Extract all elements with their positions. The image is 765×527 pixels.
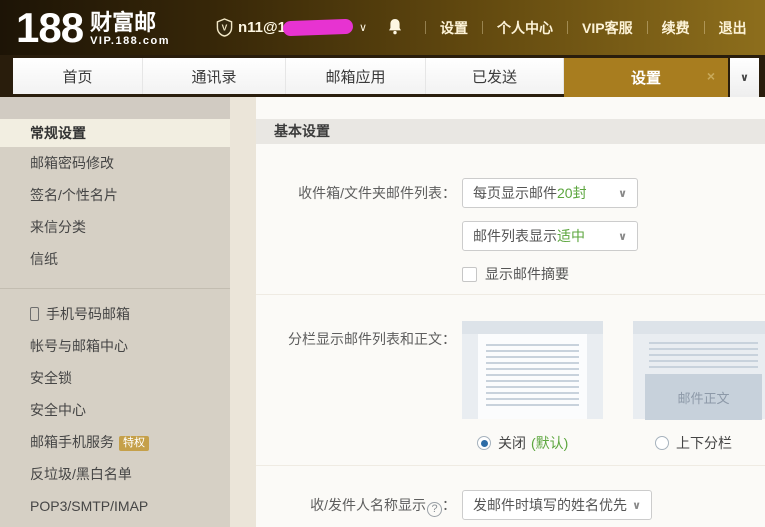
topbar-link-settings[interactable]: 设置 — [426, 18, 482, 38]
density-value: 适中 — [557, 228, 585, 244]
main-top-spacer — [256, 97, 765, 119]
logo-domain: VIP.188.com — [90, 35, 170, 47]
list-density-select[interactable]: 邮件列表显示适中 ∨ — [462, 221, 638, 251]
density-prefix: 邮件列表显示 — [473, 228, 557, 244]
split-view-options: 关闭 (默认) 上下分栏 — [462, 433, 765, 453]
preview-header — [633, 321, 765, 334]
sidebar-top-spacer — [0, 97, 230, 119]
logo-number: 188 — [16, 7, 83, 49]
preview-mail-body: 邮件正文 — [645, 374, 762, 420]
sidebar-item-security-lock[interactable]: 安全锁 — [0, 362, 230, 394]
split-view-label: 分栏显示邮件列表和正文： — [256, 321, 456, 453]
sidebar-item-mobile-service[interactable]: 邮箱手机服务特权 — [0, 426, 230, 458]
topbar-links: 设置 个人中心 VIP客服 续费 退出 — [425, 18, 761, 38]
close-icon[interactable]: × — [707, 68, 715, 84]
account-email: n11@1 — [238, 19, 286, 36]
account-chevron-down-icon: ∨ — [359, 21, 367, 34]
sidebar-item-signature[interactable]: 签名/个性名片 — [0, 179, 230, 211]
inbox-list-row: 收件箱/文件夹邮件列表： 每页显示邮件20封 ∨ 邮件列表显示适中 ∨ 显示邮件… — [256, 144, 765, 294]
sidebar-item-account-center[interactable]: 帐号与邮箱中心 — [0, 330, 230, 362]
radio-unselected-icon[interactable] — [655, 436, 669, 450]
preview-header — [462, 321, 603, 334]
top-bar: 188 财富邮 VIP.188.com V n11@1 ∨ 设置 个人中心 VI… — [0, 0, 765, 55]
sidebar-gap — [230, 97, 256, 527]
tab-home[interactable]: 首页 — [13, 58, 143, 94]
account-menu[interactable]: V n11@1 ∨ — [216, 18, 367, 37]
sidebar-item-password-change[interactable]: 邮箱密码修改 — [0, 147, 230, 179]
label-colon: ： — [442, 497, 456, 513]
tab-list-chevron-down-icon[interactable]: ∨ — [730, 58, 759, 97]
split-view-row: 分栏显示邮件列表和正文： 邮件正文 — [256, 294, 765, 465]
sidebar-item-stationery[interactable]: 信纸 — [0, 243, 230, 275]
main-panel: 基本设置 收件箱/文件夹邮件列表： 每页显示邮件20封 ∨ 邮件列表显示适中 ∨… — [256, 97, 765, 527]
tab-sent[interactable]: 已发送 — [426, 58, 564, 94]
show-summary-label: 显示邮件摘要 — [485, 264, 569, 284]
name-display-value: 发邮件时填写的姓名优先 — [473, 495, 632, 515]
name-display-row: 收/发件人名称显示?： 发邮件时填写的姓名优先 ∨ — [256, 465, 765, 520]
inbox-list-label: 收件箱/文件夹邮件列表： — [256, 178, 456, 284]
sidebar-divider — [0, 288, 230, 289]
sidebar-item-incoming-sorting[interactable]: 来信分类 — [0, 211, 230, 243]
topbar-link-personal-center[interactable]: 个人中心 — [483, 18, 567, 38]
notification-bell-icon[interactable] — [387, 18, 403, 38]
content-area: 常规设置 邮箱密码修改 签名/个性名片 来信分类 信纸 手机号码邮箱 帐号与邮箱… — [0, 97, 765, 527]
logo-name: 财富邮 — [90, 12, 170, 34]
svg-text:V: V — [222, 22, 228, 32]
per-page-prefix: 每页显示邮件 — [473, 185, 557, 201]
topbar-link-logout[interactable]: 退出 — [705, 18, 761, 38]
sidebar-item-mobile-number-mail[interactable]: 手机号码邮箱 — [0, 298, 230, 330]
name-display-label: 收/发件人名称显示?： — [256, 490, 456, 520]
logo[interactable]: 188 财富邮 VIP.188.com — [16, 7, 170, 49]
help-icon[interactable]: ? — [427, 502, 442, 517]
per-page-value: 20封 — [557, 185, 587, 201]
show-summary-option[interactable]: 显示邮件摘要 — [462, 264, 638, 284]
sidebar-item-label: 邮箱手机服务 — [30, 434, 114, 450]
split-vertical-option[interactable]: 上下分栏 — [633, 433, 732, 453]
chevron-down-icon: ∨ — [618, 187, 627, 200]
split-off-default-suffix: (默认) — [531, 433, 568, 453]
phone-icon — [30, 307, 39, 321]
section-title: 基本设置 — [256, 119, 765, 144]
sidebar-item-pop3-smtp-imap[interactable]: POP3/SMTP/IMAP — [0, 490, 230, 522]
chevron-down-icon: ∨ — [632, 499, 641, 512]
topbar-link-vip-service[interactable]: VIP客服 — [568, 18, 647, 38]
split-off-preview — [462, 321, 603, 419]
topbar-link-renew[interactable]: 续费 — [648, 18, 704, 38]
tab-mail-apps[interactable]: 邮箱应用 — [286, 58, 426, 94]
split-off-label: 关闭 — [498, 433, 526, 453]
preview-body — [478, 334, 587, 419]
split-vertical-label: 上下分栏 — [676, 433, 732, 453]
privilege-badge: 特权 — [119, 436, 149, 451]
tab-settings-active[interactable]: 设置 × — [564, 58, 728, 97]
preview-list-lines — [486, 344, 579, 408]
split-off-option[interactable]: 关闭 (默认) — [462, 433, 633, 453]
sidebar-item-label: 手机号码邮箱 — [46, 306, 130, 322]
name-display-select[interactable]: 发邮件时填写的姓名优先 ∨ — [462, 490, 652, 520]
show-summary-checkbox[interactable] — [462, 267, 477, 282]
sidebar-item-security-center[interactable]: 安全中心 — [0, 394, 230, 426]
sidebar-item-antispam[interactable]: 反垃圾/黑白名单 — [0, 458, 230, 490]
chevron-down-icon: ∨ — [618, 230, 627, 243]
name-display-label-text: 收/发件人名称显示 — [310, 497, 426, 513]
tab-contacts[interactable]: 通讯录 — [143, 58, 286, 94]
per-page-select[interactable]: 每页显示邮件20封 ∨ — [462, 178, 638, 208]
tab-bar: 首页 通讯录 邮箱应用 已发送 设置 × ∨ — [0, 55, 765, 97]
vip-shield-icon: V — [216, 18, 233, 37]
settings-sidebar: 常规设置 邮箱密码修改 签名/个性名片 来信分类 信纸 手机号码邮箱 帐号与邮箱… — [0, 97, 230, 527]
sidebar-item-general-settings[interactable]: 常规设置 — [0, 119, 230, 147]
email-redaction — [283, 19, 353, 36]
split-view-thumbnails: 邮件正文 — [462, 321, 765, 419]
tab-settings-label: 设置 — [631, 67, 661, 88]
split-vertical-preview: 邮件正文 — [633, 321, 765, 419]
preview-list-lines — [649, 342, 758, 368]
radio-selected-icon[interactable] — [477, 436, 491, 450]
